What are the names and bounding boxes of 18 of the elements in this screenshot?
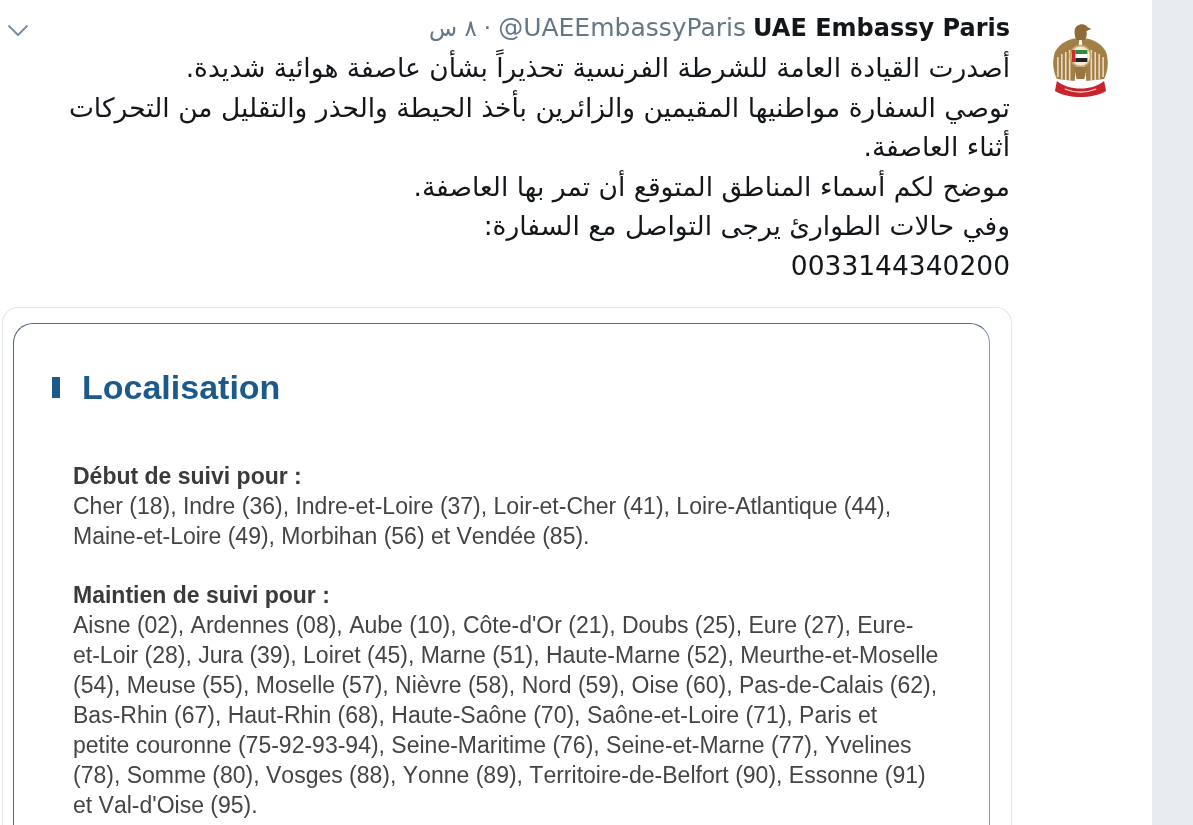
user-handle[interactable]: @UAEEmbassyParis [498, 10, 747, 46]
timestamp[interactable]: ٨ س [429, 10, 477, 46]
separator-dot: · [483, 14, 492, 43]
tweet-text-line: وفي حالات الطوارئ يرجى التواصل مع السفارة: [482, 209, 1010, 244]
display-name[interactable]: UAE Embassy Paris [753, 10, 1010, 46]
tweet-text-line: أصدرت القيادة العامة للشرطة الفرنسية تحذيراً بشأن عاصفة هوائية شديدة. [29, 48, 1010, 88]
subheading: Début de suivi pour : [73, 462, 303, 491]
section-heading: Localisation [82, 367, 281, 407]
tweet-text-line: موضح لكم أسماء المناطق المتوقع أن تمر بها العاصفة. [412, 169, 1010, 205]
chevron-down-icon[interactable] [7, 24, 29, 37]
body-paragraph: Cher (18), Indre (36), Indre-et-Loire (37), Loir-et-Cher (41), Loire-Atlantique (44), Maine-et-Loire (49), Morbihan (56) et Vendée (85). [73, 492, 893, 551]
bar-marker-icon [52, 376, 60, 398]
eagle-emblem-avatar[interactable] [1051, 21, 1110, 98]
body-paragraph: Aisne (02), Ardennes (08), Aube (10), Côte-d'Or (21), Doubs (25), Eure (27), Eure-et-Loir (28), Jura (39), Loiret (45), Marne (51), Haute-Marne (52), Meurthe-et-Moselle (54), Meuse (55), Moselle (57), Nièvre (58), Nord (59), Oise (60), Pas-de-Calais (62), Bas-Rhin (67), Haut-Rhin (68), Haute-Saône (70), Saône-et-Loire (71), Paris et petite couronne (75-92-93-94), Seine-Maritime (76), Seine-et-Marne (77), Yvelines (78), Somme (80), Vosges (88), Yonne (89), Territoire-de-Belfort (90), Essonne (91) et Val-d'Oise (95). [73, 611, 940, 820]
tweet-text-line: أثناء العاصفة. [862, 129, 1010, 164]
subheading: Maintien de suivi pour : [73, 581, 331, 610]
tweet-text-line: توصي السفارة مواطنيها المقيمين والزائرين بأخذ الحيطة والحذر والتقليل من التحركات [67, 89, 1010, 126]
tweet-text-line: 0033144340200 [789, 248, 1010, 283]
